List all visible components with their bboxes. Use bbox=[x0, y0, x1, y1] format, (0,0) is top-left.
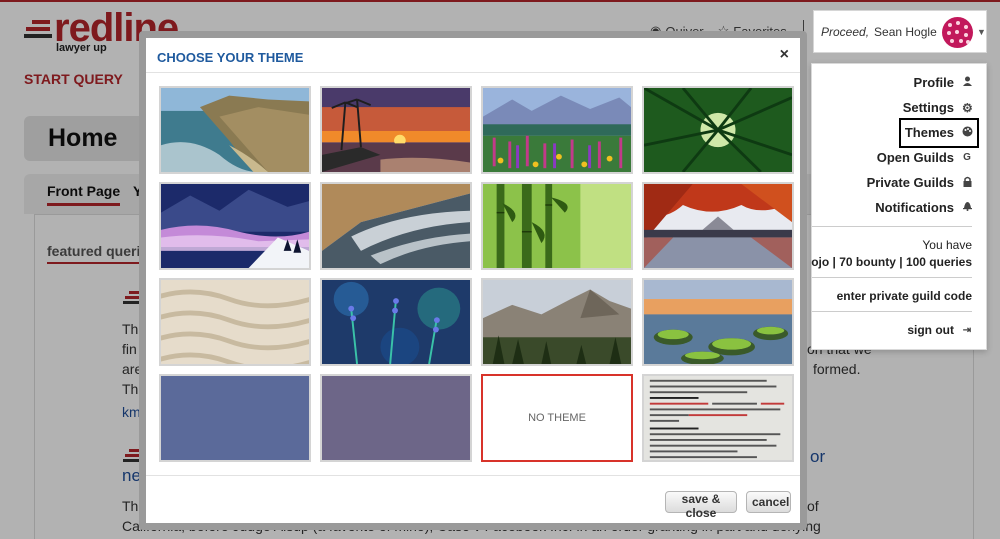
stats-prefix: ojo | bbox=[811, 255, 840, 269]
theme-sandy-beach-waves[interactable] bbox=[320, 182, 472, 270]
menu-item-label: Private Guilds bbox=[866, 175, 954, 190]
chevron-down-icon: ▼ bbox=[977, 27, 986, 37]
menu-item-label: enter private guild code bbox=[836, 289, 972, 303]
avatar bbox=[942, 17, 973, 48]
gear-icon: ⚙ bbox=[962, 100, 973, 115]
theme-no-theme[interactable]: NO THEME bbox=[481, 374, 633, 462]
close-icon[interactable]: × bbox=[780, 46, 789, 64]
modal-footer: save & close cancel bbox=[146, 475, 800, 523]
theme-slate-purple[interactable] bbox=[320, 374, 472, 462]
lock-icon bbox=[962, 176, 972, 190]
theme-palm-sunset[interactable] bbox=[320, 86, 472, 174]
user-menu-toggle[interactable]: Proceed, Sean Hogle ▼ bbox=[813, 10, 987, 53]
menu-item-label: Notifications bbox=[875, 200, 954, 215]
greeting: Proceed, bbox=[821, 24, 870, 39]
theme-mossy-shore[interactable] bbox=[642, 278, 794, 366]
theme-sand-ripples[interactable] bbox=[159, 278, 311, 366]
theme-modal: CHOOSE YOUR THEME × NO THEME save & clos… bbox=[139, 31, 807, 530]
menu-divider bbox=[812, 277, 972, 278]
person-icon bbox=[962, 76, 972, 89]
modal-header: CHOOSE YOUR THEME × bbox=[146, 38, 800, 73]
modal-body: CHOOSE YOUR THEME × NO THEME save & clos… bbox=[146, 38, 800, 523]
save-close-button[interactable]: save & close bbox=[665, 491, 737, 520]
bounty-count: 70 bounty bbox=[839, 255, 896, 269]
menu-item-private-guilds[interactable]: Private Guilds bbox=[867, 175, 972, 190]
stats-separator: | bbox=[895, 255, 906, 269]
menu-item-label: Open Guilds bbox=[876, 150, 954, 165]
theme-constitution-text[interactable] bbox=[642, 374, 794, 462]
theme-bamboo-canopy[interactable] bbox=[642, 86, 794, 174]
you-have-label: You have bbox=[922, 238, 972, 252]
g-icon: G bbox=[963, 152, 971, 163]
menu-item-settings[interactable]: Settings ⚙ bbox=[902, 100, 973, 115]
palette-icon bbox=[962, 126, 973, 140]
theme-autumn-lake[interactable] bbox=[642, 182, 794, 270]
theme-granite-valley[interactable] bbox=[481, 278, 633, 366]
theme-snowy-mountain-fog[interactable] bbox=[159, 182, 311, 270]
menu-item-notifications[interactable]: Notifications bbox=[875, 200, 972, 215]
sign-out-link[interactable]: sign out ⇥ bbox=[907, 323, 972, 337]
menu-item-themes[interactable]: Themes bbox=[904, 125, 973, 140]
user-stats: ojo | 70 bounty | 100 queries bbox=[811, 255, 972, 269]
theme-slate-blue[interactable] bbox=[159, 374, 311, 462]
no-theme-label: NO THEME bbox=[528, 412, 586, 424]
theme-bamboo-stalks[interactable] bbox=[481, 182, 633, 270]
sign-out-icon: ⇥ bbox=[962, 324, 972, 336]
theme-lavender-bokeh[interactable] bbox=[320, 278, 472, 366]
theme-coastal-cliffs[interactable] bbox=[159, 86, 311, 174]
bell-icon bbox=[962, 201, 972, 214]
menu-item-label: Themes bbox=[904, 125, 954, 140]
user-dropdown: Profile Settings ⚙ Themes Open Guilds G … bbox=[811, 63, 987, 350]
menu-divider bbox=[812, 311, 972, 312]
enter-private-code-link[interactable]: enter private guild code bbox=[837, 289, 972, 303]
user-name: Sean Hogle bbox=[874, 24, 937, 39]
query-count: 100 queries bbox=[905, 255, 972, 269]
menu-item-label: Profile bbox=[913, 75, 954, 90]
cancel-button[interactable]: cancel bbox=[746, 491, 791, 513]
menu-item-open-guilds[interactable]: Open Guilds G bbox=[877, 150, 972, 165]
menu-item-label: Settings bbox=[902, 100, 954, 115]
menu-divider bbox=[812, 226, 972, 227]
menu-item-profile[interactable]: Profile bbox=[914, 75, 972, 90]
menu-item-label: sign out bbox=[907, 323, 954, 337]
modal-title: CHOOSE YOUR THEME bbox=[157, 50, 304, 65]
theme-flower-meadow[interactable] bbox=[481, 86, 633, 174]
